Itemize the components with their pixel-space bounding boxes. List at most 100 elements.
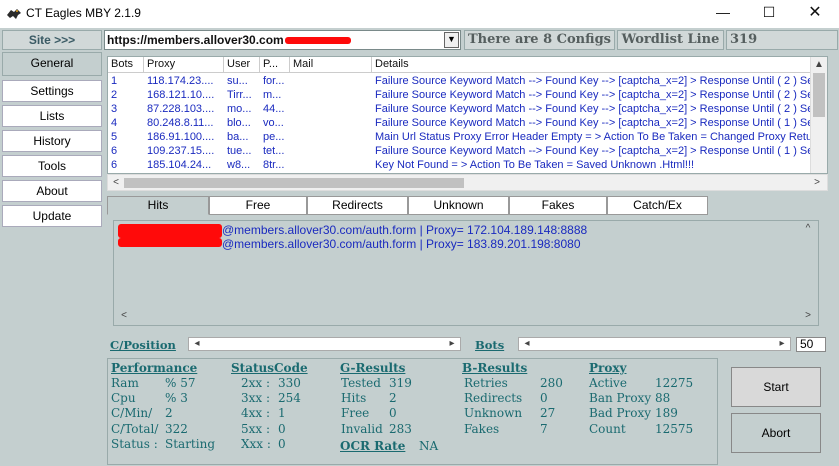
position-label[interactable]: C/Position	[110, 338, 176, 352]
nav-about[interactable]: About	[2, 180, 102, 202]
bots-slider[interactable]: ◂ ▸	[518, 337, 791, 351]
start-button[interactable]: Start	[731, 367, 821, 407]
statuscode-label: Xxx :	[241, 437, 271, 451]
table-cell: pe...	[263, 131, 285, 143]
table-cell: 3	[111, 103, 118, 115]
column-header-details[interactable]: Details	[372, 57, 812, 73]
bots-label[interactable]: Bots	[475, 338, 504, 352]
table-cell: 5	[111, 131, 118, 143]
nav-general[interactable]: General	[2, 52, 102, 76]
table-row[interactable]: 3 87.228.103.... mo... 44... Failure Source …	[108, 102, 827, 116]
proxy-label: Ban Proxy	[589, 391, 652, 405]
redaction-mark	[285, 37, 351, 44]
tab-catch-ex[interactable]: Catch/Ex	[607, 196, 708, 215]
horizontal-scrollbar[interactable]: < >	[107, 174, 828, 191]
table-cell: mo...	[227, 103, 252, 115]
table-cell: 2	[111, 89, 118, 101]
abort-button[interactable]: Abort	[731, 413, 821, 453]
slider-left-icon[interactable]: ◂	[189, 337, 205, 351]
scroll-left-icon[interactable]: <	[116, 308, 132, 324]
hits-list[interactable]: @members.allover30.com/auth.form | Proxy…	[113, 220, 819, 326]
table-row[interactable]: 1 118.174.23.... su... for... Failure Source…	[108, 74, 827, 88]
ocr-rate-label: OCR Rate	[340, 439, 406, 453]
minimize-button[interactable]: —	[700, 0, 746, 27]
statuscode-value: 254	[278, 391, 301, 405]
bresults-value: 280	[540, 376, 563, 390]
nav-tools[interactable]: Tools	[2, 155, 102, 177]
bresults-value: 7	[540, 422, 548, 436]
table-cell: 1	[111, 75, 118, 87]
table-cell: 118.174.23....	[147, 75, 214, 87]
ram-label: Ram	[111, 376, 139, 390]
gresults-value: 0	[389, 406, 397, 420]
nav-history[interactable]: History	[2, 130, 102, 152]
bresults-label: Fakes	[464, 422, 500, 436]
table-row[interactable]: 4 80.248.8.11... blo... vo... Failure Source…	[108, 116, 827, 130]
table-cell: vo...	[263, 117, 284, 129]
table-cell: 8tr...	[263, 159, 285, 171]
vertical-scrollbar[interactable]: ▲	[810, 57, 827, 173]
nav-update[interactable]: Update	[2, 205, 102, 227]
wordlist-label: Wordlist Line	[617, 30, 724, 50]
bots-count-value[interactable]: 50	[796, 337, 826, 352]
stats-panel: Performance Ram % 57 Cpu % 3 C/Min/ 2 C/…	[107, 358, 718, 465]
cpu-value: % 3	[165, 391, 188, 405]
tab-unknown[interactable]: Unknown	[408, 196, 509, 215]
close-button[interactable]: ✕	[792, 0, 838, 27]
table-row[interactable]: 5 186.91.100.... ba... pe... Main Url Status…	[108, 130, 827, 144]
window-title: CT Eagles MBY 2.1.9	[26, 6, 141, 20]
proxy-value: 12275	[655, 376, 694, 390]
scroll-thumb[interactable]	[813, 73, 825, 117]
proxy-label: Active	[589, 376, 627, 390]
scroll-right-icon[interactable]: >	[809, 175, 825, 191]
column-header-user[interactable]: User	[224, 57, 260, 73]
scroll-up-icon[interactable]: ^	[800, 221, 816, 237]
table-cell: blo...	[227, 117, 251, 129]
column-header-pass[interactable]: P...	[260, 57, 290, 73]
table-cell: tue...	[227, 145, 252, 157]
table-cell: Failure Source Keyword Match --> Found K…	[375, 145, 812, 157]
chevron-down-icon[interactable]: ▼	[444, 32, 459, 48]
table-row[interactable]: 2 168.121.10.... Tirr... m... Failure Source…	[108, 88, 827, 102]
proxy-label: Count	[589, 422, 626, 436]
table-cell: Tirr...	[227, 89, 252, 101]
position-slider[interactable]: ◂ ▸	[188, 337, 461, 351]
proxy-label: Bad Proxy	[589, 406, 652, 420]
hit-line[interactable]: @members.allover30.com/auth.form | Proxy…	[222, 237, 581, 251]
table-cell: for...	[263, 75, 285, 87]
site-url-combobox[interactable]: https://members.allover30.com ▼	[104, 30, 461, 50]
slider-left-icon[interactable]: ◂	[519, 337, 535, 351]
table-cell: 109.237.15....	[147, 145, 215, 157]
bresults-label: Redirects	[464, 391, 523, 405]
site-label: Site >>>	[2, 30, 102, 50]
scroll-right-icon[interactable]: >	[800, 308, 816, 324]
column-header-proxy[interactable]: Proxy	[144, 57, 224, 73]
statuscode-label: 5xx :	[241, 422, 271, 436]
column-header-mail[interactable]: Mail	[290, 57, 372, 73]
scroll-thumb[interactable]	[124, 178, 464, 188]
tab-redirects[interactable]: Redirects	[307, 196, 408, 215]
table-cell: 168.121.10....	[147, 89, 215, 101]
maximize-button[interactable]: ☐	[746, 0, 792, 27]
slider-right-icon[interactable]: ▸	[444, 337, 460, 351]
table-row[interactable]: 6 185.104.24... w8... 8tr... Key Not Found =…	[108, 158, 827, 172]
nav-settings[interactable]: Settings	[2, 80, 102, 102]
proxy-value: 12575	[655, 422, 694, 436]
hit-line[interactable]: @members.allover30.com/auth.form | Proxy…	[222, 223, 587, 237]
bots-table: Bots Proxy User P... Mail Details 1 118.1…	[107, 56, 828, 174]
table-row[interactable]: 6 109.237.15.... tue... tet... Failure Sourc…	[108, 144, 827, 158]
column-header-bots[interactable]: Bots	[108, 57, 144, 73]
tab-free[interactable]: Free	[209, 196, 307, 215]
slider-right-icon[interactable]: ▸	[774, 337, 790, 351]
gresults-heading: G-Results	[340, 361, 406, 375]
table-cell: w8...	[227, 159, 251, 171]
tab-hits[interactable]: Hits	[107, 196, 209, 215]
nav-lists[interactable]: Lists	[2, 105, 102, 127]
table-cell: Failure Source Keyword Match --> Found K…	[375, 117, 812, 129]
table-cell: ba...	[227, 131, 249, 143]
gresults-label: Tested	[341, 376, 381, 390]
table-cell	[290, 88, 372, 102]
tab-fakes[interactable]: Fakes	[509, 196, 607, 215]
scroll-up-icon[interactable]: ▲	[811, 57, 827, 73]
scroll-left-icon[interactable]: <	[108, 175, 124, 191]
